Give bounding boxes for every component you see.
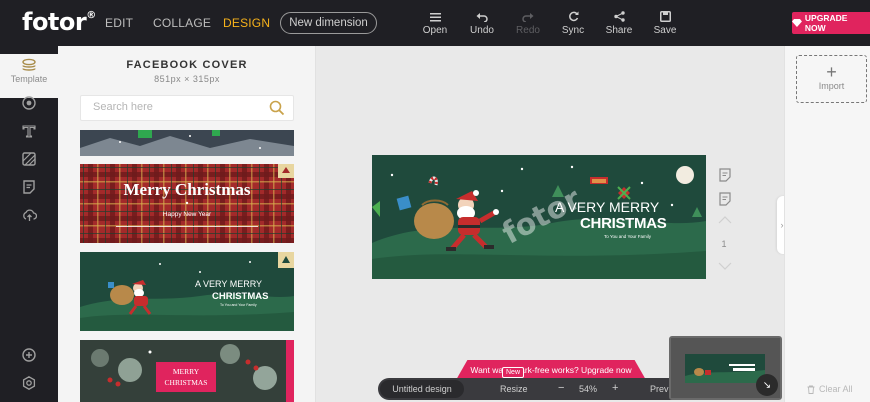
share-label: Share (605, 25, 633, 36)
plus-icon: + (826, 62, 837, 82)
settings-icon (22, 376, 36, 390)
undo-icon (476, 12, 488, 22)
right-panel: + Import Clear All (784, 46, 870, 402)
share-icon (613, 11, 625, 22)
redo-label: Redo (516, 25, 540, 36)
santa-line3: To You and Your Family (220, 303, 257, 307)
upload-icon (22, 209, 37, 221)
top-bar: fotor® EDIT COLLAGE DESIGN New dimension… (0, 0, 870, 46)
diamond-icon (792, 19, 802, 27)
upgrade-now-button[interactable]: UPGRADE NOW (792, 12, 870, 34)
document-name-field[interactable]: Untitled design (380, 380, 464, 398)
canvas-line2[interactable]: CHRISTMAS (580, 215, 667, 232)
share-button[interactable]: Share (599, 8, 639, 36)
clear-all-label: Clear All (819, 384, 853, 394)
new-badge: New (502, 367, 525, 378)
template-plaid-art (80, 164, 294, 243)
arrow-diagonal-icon: ↘ (762, 379, 772, 391)
text-icon (22, 125, 36, 138)
sync-button[interactable]: Sync (553, 8, 593, 36)
undo-button[interactable]: Undo (462, 8, 502, 36)
santa-line1: A VERY MERRY (195, 279, 263, 289)
template-thumb-santa[interactable]: A VERY MERRY CHRISTMAS To You and Your F… (80, 252, 294, 331)
page-side-tools (716, 168, 734, 224)
rail-item-settings[interactable] (0, 376, 58, 390)
panel-title: FACEBOOK COVER (126, 59, 248, 71)
new-dimension-button[interactable]: New dimension (280, 12, 377, 34)
page-down-icon[interactable] (718, 262, 732, 270)
template-search[interactable] (80, 95, 294, 121)
template-thumb-berries[interactable]: MERRY CHRISTMAS (80, 340, 294, 402)
template-thumb-photo[interactable] (80, 130, 294, 156)
open-label: Open (422, 25, 448, 36)
save-label: Save (653, 25, 677, 36)
resize-button[interactable]: Resize (500, 384, 528, 394)
sync-icon (568, 11, 578, 22)
logo-mark: ® (86, 10, 96, 21)
zoom-level: 54% (579, 384, 598, 394)
canvas-line1[interactable]: A VERY MERRY (555, 199, 659, 215)
page-number: 1 (721, 239, 727, 249)
upgrade-promo-banner[interactable]: Want watermark-free works? Upgrade now (456, 360, 646, 380)
rail-item-text[interactable] (0, 124, 58, 138)
berries-line1: MERRY (172, 367, 200, 376)
mode-edit[interactable]: EDIT (105, 16, 133, 30)
design-canvas[interactable]: fotor A VERY MERRY CHRISTMAS To You and … (372, 155, 706, 279)
import-button[interactable]: + Import (796, 55, 867, 103)
upgrade-label: UPGRADE NOW (804, 13, 848, 33)
sync-label: Sync (561, 25, 585, 36)
minimap-toggle-button[interactable]: ↘ (756, 374, 778, 396)
canvas-line3[interactable]: To You and Your Family (604, 234, 651, 239)
background-icon (22, 152, 36, 166)
rail-item-help[interactable] (0, 348, 58, 362)
redo-icon (522, 12, 534, 22)
berries-line2: CHRISTMAS (164, 378, 208, 387)
plaid-subtitle: Happy New Year (162, 211, 212, 218)
panel-dimensions: 851px × 315px (154, 74, 220, 84)
frame-icon (23, 180, 35, 194)
template-thumb-plaid[interactable]: Merry Christmas Happy New Year (80, 164, 294, 243)
rail-item-frame[interactable] (0, 180, 58, 194)
open-button[interactable]: Open (415, 8, 455, 36)
logo-text: fotor (22, 8, 87, 36)
trash-icon (807, 385, 815, 394)
sticker-icon (22, 96, 36, 110)
zoom-in-button[interactable]: + (612, 382, 618, 394)
rail-item-sticker[interactable] (0, 96, 58, 110)
save-icon (659, 11, 671, 22)
search-icon[interactable] (269, 100, 285, 116)
rail-item-background[interactable] (0, 152, 58, 166)
note-icon[interactable] (718, 168, 732, 182)
layers-icon (22, 58, 36, 71)
help-icon (22, 348, 36, 362)
duplicate-page-icon[interactable] (718, 192, 732, 206)
template-photo-art (80, 130, 294, 156)
search-input[interactable] (93, 101, 263, 113)
santa-line2: CHRISTMAS (212, 291, 269, 302)
undo-label: Undo (470, 25, 494, 36)
import-label: Import (818, 81, 845, 91)
left-tool-rail: Template (0, 46, 58, 402)
mode-design[interactable]: DESIGN (223, 16, 270, 30)
rail-template-label: Template (10, 74, 48, 84)
redo-button[interactable]: Redo (508, 8, 548, 36)
canvas-minimap[interactable]: ↘ (669, 336, 782, 400)
clear-all-button[interactable]: Clear All (807, 384, 853, 394)
rail-item-template[interactable]: Template (0, 54, 58, 98)
rail-item-upload[interactable] (0, 208, 58, 222)
save-button[interactable]: Save (645, 8, 685, 36)
zoom-out-button[interactable]: − (558, 382, 564, 394)
mode-collage[interactable]: COLLAGE (153, 16, 211, 30)
page-up-icon[interactable] (718, 216, 732, 224)
plaid-title: Merry Christmas (123, 180, 251, 199)
menu-icon (429, 12, 441, 21)
template-panel: FACEBOOK COVER 851px × 315px Search here… (58, 46, 316, 402)
fotor-logo[interactable]: fotor® (22, 8, 96, 36)
